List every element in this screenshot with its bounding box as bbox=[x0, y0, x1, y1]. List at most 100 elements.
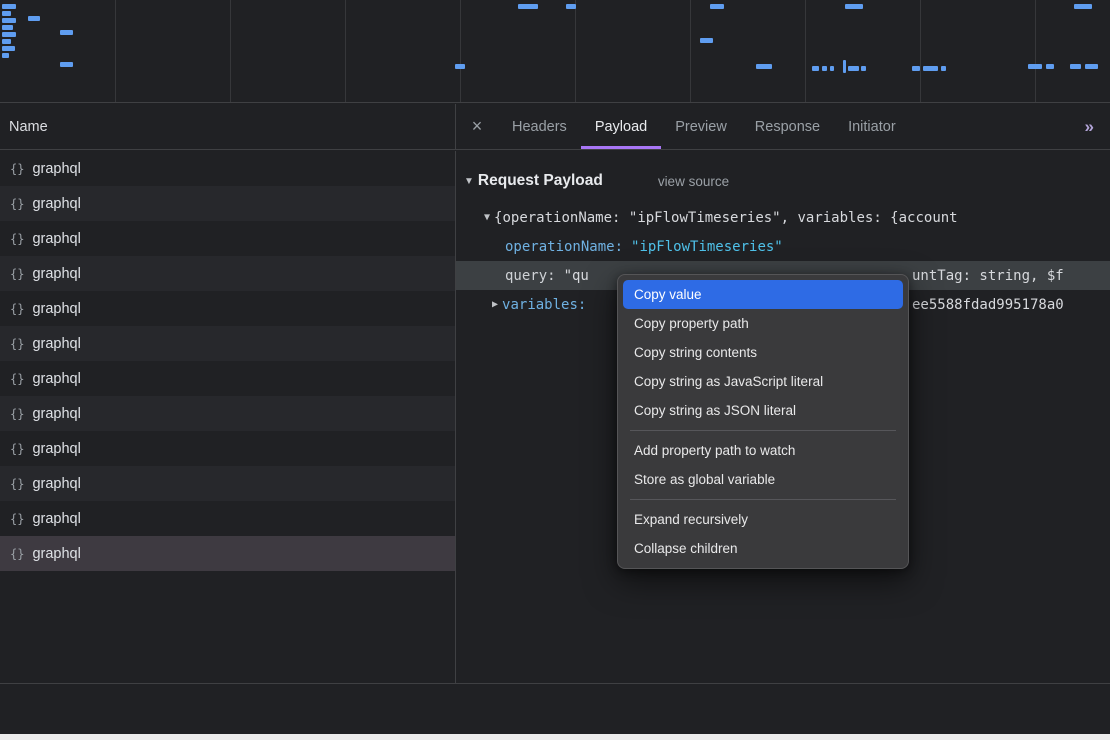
details-tab-bar: × HeadersPayloadPreviewResponseInitiator… bbox=[456, 104, 1110, 150]
json-braces-icon: {} bbox=[10, 512, 24, 526]
json-braces-icon: {} bbox=[10, 162, 24, 176]
tab-payload[interactable]: Payload bbox=[581, 104, 661, 149]
timeline-request-bar bbox=[2, 39, 11, 44]
timeline-gridline bbox=[690, 0, 691, 102]
timeline-request-bar bbox=[710, 4, 724, 9]
request-name: graphql bbox=[32, 301, 80, 317]
request-name: graphql bbox=[32, 511, 80, 527]
timeline-request-bar bbox=[518, 4, 538, 9]
menu-item-copy-string-contents[interactable]: Copy string contents bbox=[623, 338, 903, 367]
timeline-request-bar bbox=[2, 4, 16, 9]
timeline-gridline bbox=[920, 0, 921, 102]
network-row[interactable]: {}graphql bbox=[0, 186, 455, 221]
chevron-double-right-icon: » bbox=[1085, 117, 1094, 137]
timeline-request-bar bbox=[28, 16, 40, 21]
timeline-gridline bbox=[230, 0, 231, 102]
json-braces-icon: {} bbox=[10, 232, 24, 246]
tree-row-operation-name[interactable]: operationName: "ipFlowTimeseries" bbox=[456, 232, 1110, 261]
menu-item-copy-string-as-javascript-literal[interactable]: Copy string as JavaScript literal bbox=[623, 367, 903, 396]
timeline-request-bar bbox=[830, 66, 834, 71]
network-row[interactable]: {} graphql bbox=[0, 291, 455, 326]
json-braces-icon: {} bbox=[10, 197, 24, 211]
timeline-request-bar bbox=[2, 53, 9, 58]
timeline-request-bar bbox=[812, 66, 819, 71]
menu-separator bbox=[630, 430, 896, 431]
tab-preview[interactable]: Preview bbox=[661, 104, 741, 149]
timeline-gridline bbox=[460, 0, 461, 102]
network-row[interactable]: {} graphql bbox=[0, 326, 455, 361]
json-braces-icon: {} bbox=[10, 477, 24, 491]
menu-item-copy-value[interactable]: Copy value bbox=[623, 280, 903, 309]
tab-strip: HeadersPayloadPreviewResponseInitiator bbox=[498, 104, 910, 149]
menu-separator bbox=[630, 499, 896, 500]
menu-item-copy-string-as-json-literal[interactable]: Copy string as JSON literal bbox=[623, 396, 903, 425]
timeline-request-bar bbox=[566, 4, 576, 9]
request-name: graphql bbox=[32, 441, 80, 457]
menu-item-collapse-children[interactable]: Collapse children bbox=[623, 534, 903, 563]
timeline-request-bar bbox=[1085, 64, 1098, 69]
json-braces-icon: {} bbox=[10, 407, 24, 421]
network-row[interactable]: {} graphql bbox=[0, 151, 455, 186]
menu-item-copy-property-path[interactable]: Copy property path bbox=[623, 309, 903, 338]
timeline-request-bar bbox=[861, 66, 866, 71]
request-name: graphql bbox=[32, 476, 80, 492]
tab-initiator[interactable]: Initiator bbox=[834, 104, 910, 149]
timeline-request-bar bbox=[923, 66, 938, 71]
request-name: graphql bbox=[32, 231, 80, 247]
network-row[interactable]: {}graphql bbox=[0, 431, 455, 466]
timeline-request-bar bbox=[2, 11, 11, 16]
timeline-request-bar bbox=[2, 46, 15, 51]
json-braces-icon: {} bbox=[10, 337, 24, 351]
disclosure-collapsed-icon[interactable]: ▶ bbox=[492, 299, 498, 310]
view-source-link[interactable]: view source bbox=[658, 174, 729, 189]
property-key: query: bbox=[505, 268, 556, 284]
property-value-start: "qu bbox=[564, 268, 589, 284]
network-row[interactable]: {} graphql bbox=[0, 361, 455, 396]
request-name: graphql bbox=[32, 336, 80, 352]
property-value: "ipFlowTimeseries" bbox=[631, 239, 783, 255]
network-row[interactable]: {} graphql bbox=[0, 536, 455, 571]
menu-item-expand-recursively[interactable]: Expand recursively bbox=[623, 505, 903, 534]
tab-headers[interactable]: Headers bbox=[498, 104, 581, 149]
request-name: graphql bbox=[32, 161, 80, 177]
network-row[interactable]: {} graphql bbox=[0, 466, 455, 501]
window-bottom-edge bbox=[0, 734, 1110, 740]
timeline-request-bar bbox=[60, 30, 73, 35]
section-title: Request Payload bbox=[478, 172, 603, 190]
root-object-preview: {operationName: "ipFlowTimeseries", vari… bbox=[494, 210, 958, 226]
network-row[interactable]: {} graphql bbox=[0, 221, 455, 256]
timeline-request-bar bbox=[941, 66, 946, 71]
context-menu: Copy valueCopy property pathCopy string … bbox=[617, 274, 909, 569]
name-column-label: Name bbox=[9, 119, 48, 135]
timeline-request-bar bbox=[1028, 64, 1042, 69]
more-tabs-button[interactable]: » bbox=[1085, 104, 1110, 149]
tree-row-root[interactable]: ▼ {operationName: "ipFlowTimeseries", va… bbox=[456, 203, 1110, 232]
request-name: graphql bbox=[32, 546, 80, 562]
request-payload-header: ▼ Request Payload view source bbox=[456, 164, 1110, 198]
network-overview-timeline[interactable] bbox=[0, 0, 1110, 103]
tab-response[interactable]: Response bbox=[741, 104, 834, 149]
menu-item-store-as-global-variable[interactable]: Store as global variable bbox=[623, 465, 903, 494]
network-row[interactable]: {} graphql bbox=[0, 396, 455, 431]
timeline-request-bar bbox=[912, 66, 920, 71]
property-value-continued: ee5588fdad995178a0 bbox=[912, 297, 1064, 313]
timeline-request-bar bbox=[845, 4, 863, 9]
timeline-request-bar bbox=[60, 62, 73, 67]
request-name: graphql bbox=[32, 371, 80, 387]
disclosure-expanded-icon[interactable]: ▼ bbox=[484, 212, 490, 223]
json-braces-icon: {} bbox=[10, 302, 24, 316]
timeline-gridline bbox=[345, 0, 346, 102]
network-row[interactable]: {}graphql bbox=[0, 256, 455, 291]
menu-item-add-property-path-to-watch[interactable]: Add property path to watch bbox=[623, 436, 903, 465]
timeline-request-bar bbox=[1046, 64, 1054, 69]
network-row[interactable]: {} graphql bbox=[0, 501, 455, 536]
timeline-request-bar bbox=[843, 60, 846, 73]
disclosure-expanded-icon[interactable]: ▼ bbox=[464, 176, 474, 187]
request-name: graphql bbox=[32, 266, 80, 282]
request-name: graphql bbox=[32, 406, 80, 422]
close-button[interactable]: × bbox=[456, 104, 498, 149]
json-braces-icon: {} bbox=[10, 372, 24, 386]
request-list: {} graphql {} graphql {} graphql {} graphql {} gr… bbox=[0, 151, 455, 571]
name-column-header[interactable]: Name bbox=[0, 104, 456, 150]
json-braces-icon: {} bbox=[10, 547, 24, 561]
